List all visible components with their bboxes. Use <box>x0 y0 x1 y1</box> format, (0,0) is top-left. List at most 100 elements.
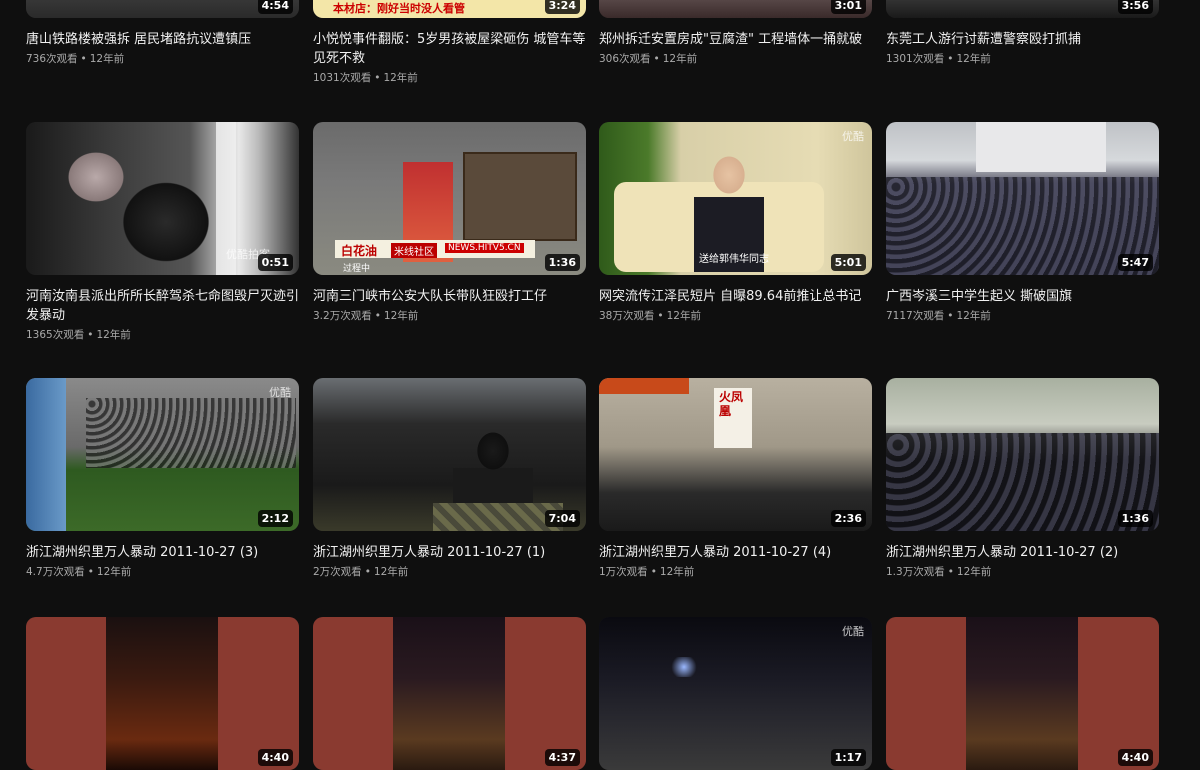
meta-separator: • <box>947 566 954 578</box>
video-title[interactable]: 浙江湖州织里万人暴动 2011-10-27 (4) <box>599 543 872 562</box>
video-card[interactable]: 优酷 2:12 浙江湖州织里万人暴动 2011-10-27 (3) 4.7万次观… <box>26 378 299 580</box>
video-card[interactable]: 送给郭伟华同志 优酷 5:01 网突流传江泽民短片 自曝89.64前推让总书记 … <box>599 122 872 324</box>
upload-age: 12年前 <box>956 310 991 322</box>
video-title[interactable]: 河南汝南县派出所所长醉驾杀七命图毁尸灭迹引发暴动 <box>26 287 299 325</box>
video-thumbnail[interactable]: 白花油 米线社区 NEWS.HITV5.CN 过程中 1:36 <box>313 122 586 275</box>
upload-age: 12年前 <box>666 310 701 322</box>
video-meta: 3.2万次观看 • 12年前 <box>313 309 586 324</box>
video-thumbnail[interactable]: 火凤凰 2:36 <box>599 378 872 531</box>
view-count: 1301次观看 <box>886 53 945 65</box>
video-card[interactable]: 优酷拍客 0:51 河南汝南县派出所所长醉驾杀七命图毁尸灭迹引发暴动 1365次… <box>26 122 299 343</box>
video-duration: 0:51 <box>257 254 293 271</box>
upload-age: 12年前 <box>383 310 419 322</box>
video-card[interactable]: 4:37 <box>313 617 586 770</box>
video-thumbnail[interactable]: 4:40 <box>26 617 299 770</box>
view-count: 4.7万次观看 <box>26 566 85 578</box>
vertical-video-frame <box>393 617 505 770</box>
view-count: 1万次观看 <box>599 566 648 578</box>
video-card[interactable]: 火凤凰 2:36 浙江湖州织里万人暴动 2011-10-27 (4) 1万次观看… <box>599 378 872 580</box>
video-meta: 2万次观看 • 12年前 <box>313 565 586 580</box>
video-duration: 3:01 <box>830 0 866 14</box>
video-duration: 4:37 <box>544 749 580 766</box>
video-thumbnail[interactable]: 本材店：刚好当时没人看管 3:24 <box>313 0 586 18</box>
video-meta: 7117次观看 • 12年前 <box>886 309 1159 324</box>
light-glow <box>669 657 699 677</box>
video-meta: 1301次观看 • 12年前 <box>886 52 1159 67</box>
video-thumbnail[interactable]: 1:36 <box>886 378 1159 531</box>
view-count: 1365次观看 <box>26 329 85 341</box>
video-card[interactable]: 白花油 米线社区 NEWS.HITV5.CN 过程中 1:36 河南三门峡市公安… <box>313 122 586 324</box>
video-duration: 4:40 <box>257 749 293 766</box>
video-duration: 5:47 <box>1117 254 1153 271</box>
upload-age: 12年前 <box>662 53 698 65</box>
video-meta: 1031次观看 • 12年前 <box>313 71 586 86</box>
meta-separator: • <box>87 329 94 341</box>
video-card[interactable]: 3:01 郑州拆迁安置房成"豆腐渣" 工程墙体一捅就破 306次观看 • 12年前 <box>599 0 872 67</box>
video-duration: 1:17 <box>830 749 866 766</box>
video-title[interactable]: 广西岑溪三中学生起义 撕破国旗 <box>886 287 1159 306</box>
caption-text-b: 米线社区 <box>391 243 437 258</box>
video-duration: 3:24 <box>544 0 580 14</box>
upload-age: 12年前 <box>659 566 695 578</box>
caption-text-c: NEWS.HITV5.CN <box>445 243 524 253</box>
subtitle-caption: 送给郭伟华同志 <box>699 254 769 265</box>
video-duration: 7:04 <box>544 510 580 527</box>
meta-separator: • <box>80 53 87 65</box>
video-meta: 306次观看 • 12年前 <box>599 52 872 67</box>
video-duration: 1:36 <box>544 254 580 271</box>
video-thumbnail[interactable]: 4:40 <box>886 617 1159 770</box>
video-thumbnail[interactable]: 优酷拍客 0:51 <box>26 122 299 275</box>
video-card[interactable]: 4:40 <box>886 617 1159 770</box>
video-card[interactable]: 3:56 东莞工人游行讨薪遭警察殴打抓捕 1301次观看 • 12年前 <box>886 0 1159 67</box>
video-title[interactable]: 浙江湖州织里万人暴动 2011-10-27 (3) <box>26 543 299 562</box>
storefront-sign-text: 火凤凰 <box>719 390 744 418</box>
caption-text-d: 过程中 <box>343 264 371 274</box>
video-meta: 1365次观看 • 12年前 <box>26 328 299 343</box>
video-thumbnail[interactable]: 5:47 <box>886 122 1159 275</box>
video-card[interactable]: 5:47 广西岑溪三中学生起义 撕破国旗 7117次观看 • 12年前 <box>886 122 1159 324</box>
video-card[interactable]: 优酷 1:17 <box>599 617 872 770</box>
video-meta: 38万次观看 • 12年前 <box>599 309 872 324</box>
video-title[interactable]: 网突流传江泽民短片 自曝89.64前推让总书记 <box>599 287 872 306</box>
upload-age: 12年前 <box>956 566 992 578</box>
video-duration: 4:40 <box>1117 749 1153 766</box>
video-card[interactable]: 本材店：刚好当时没人看管 3:24 小悦悦事件翻版：5岁男孩被屋梁砸伤 城管车等… <box>313 0 586 86</box>
video-watermark: 优酷 <box>269 386 291 399</box>
display-case <box>463 152 577 241</box>
video-title[interactable]: 东莞工人游行讨薪遭警察殴打抓捕 <box>886 30 1159 49</box>
meta-separator: • <box>87 566 94 578</box>
video-meta: 1.3万次观看 • 12年前 <box>886 565 1159 580</box>
view-count: 7117次观看 <box>886 310 945 322</box>
video-card[interactable]: 4:54 唐山铁路楼被强拆 居民堵路抗议遭镇压 736次观看 • 12年前 <box>26 0 299 67</box>
camo-shirt <box>433 503 563 531</box>
video-title[interactable]: 浙江湖州织里万人暴动 2011-10-27 (1) <box>313 543 586 562</box>
video-duration: 1:36 <box>1117 510 1153 527</box>
meta-separator: • <box>374 310 381 322</box>
video-thumbnail[interactable]: 优酷 2:12 <box>26 378 299 531</box>
video-card[interactable]: 4:40 <box>26 617 299 770</box>
video-card[interactable]: 1:36 浙江湖州织里万人暴动 2011-10-27 (2) 1.3万次观看 • 1… <box>886 378 1159 580</box>
video-title[interactable]: 小悦悦事件翻版：5岁男孩被屋梁砸伤 城管车等见死不救 <box>313 30 586 68</box>
view-count: 1031次观看 <box>313 72 372 84</box>
video-card[interactable]: 7:04 浙江湖州织里万人暴动 2011-10-27 (1) 2万次观看 • 12年… <box>313 378 586 580</box>
video-title[interactable]: 河南三门峡市公安大队长带队狂殴打工仔 <box>313 287 586 306</box>
building-edge <box>26 378 66 531</box>
video-thumbnail[interactable]: 3:56 <box>886 0 1159 18</box>
meta-separator: • <box>374 72 381 84</box>
video-thumbnail[interactable]: 3:01 <box>599 0 872 18</box>
video-thumbnail[interactable]: 优酷 1:17 <box>599 617 872 770</box>
upload-age: 12年前 <box>96 329 131 341</box>
video-thumbnail[interactable]: 4:54 <box>26 0 299 18</box>
upload-age: 12年前 <box>89 53 125 65</box>
video-title[interactable]: 郑州拆迁安置房成"豆腐渣" 工程墙体一捅就破 <box>599 30 872 49</box>
video-thumbnail[interactable]: 4:37 <box>313 617 586 770</box>
building-shape <box>976 122 1106 172</box>
video-thumbnail[interactable]: 送给郭伟华同志 优酷 5:01 <box>599 122 872 275</box>
video-title[interactable]: 唐山铁路楼被强拆 居民堵路抗议遭镇压 <box>26 30 299 49</box>
video-title[interactable]: 浙江湖州织里万人暴动 2011-10-27 (2) <box>886 543 1159 562</box>
news-caption: 本材店：刚好当时没人看管 <box>333 2 465 15</box>
video-thumbnail[interactable]: 7:04 <box>313 378 586 531</box>
meta-separator: • <box>657 310 664 322</box>
video-meta: 4.7万次观看 • 12年前 <box>26 565 299 580</box>
video-watermark: 优酷 <box>842 130 864 143</box>
